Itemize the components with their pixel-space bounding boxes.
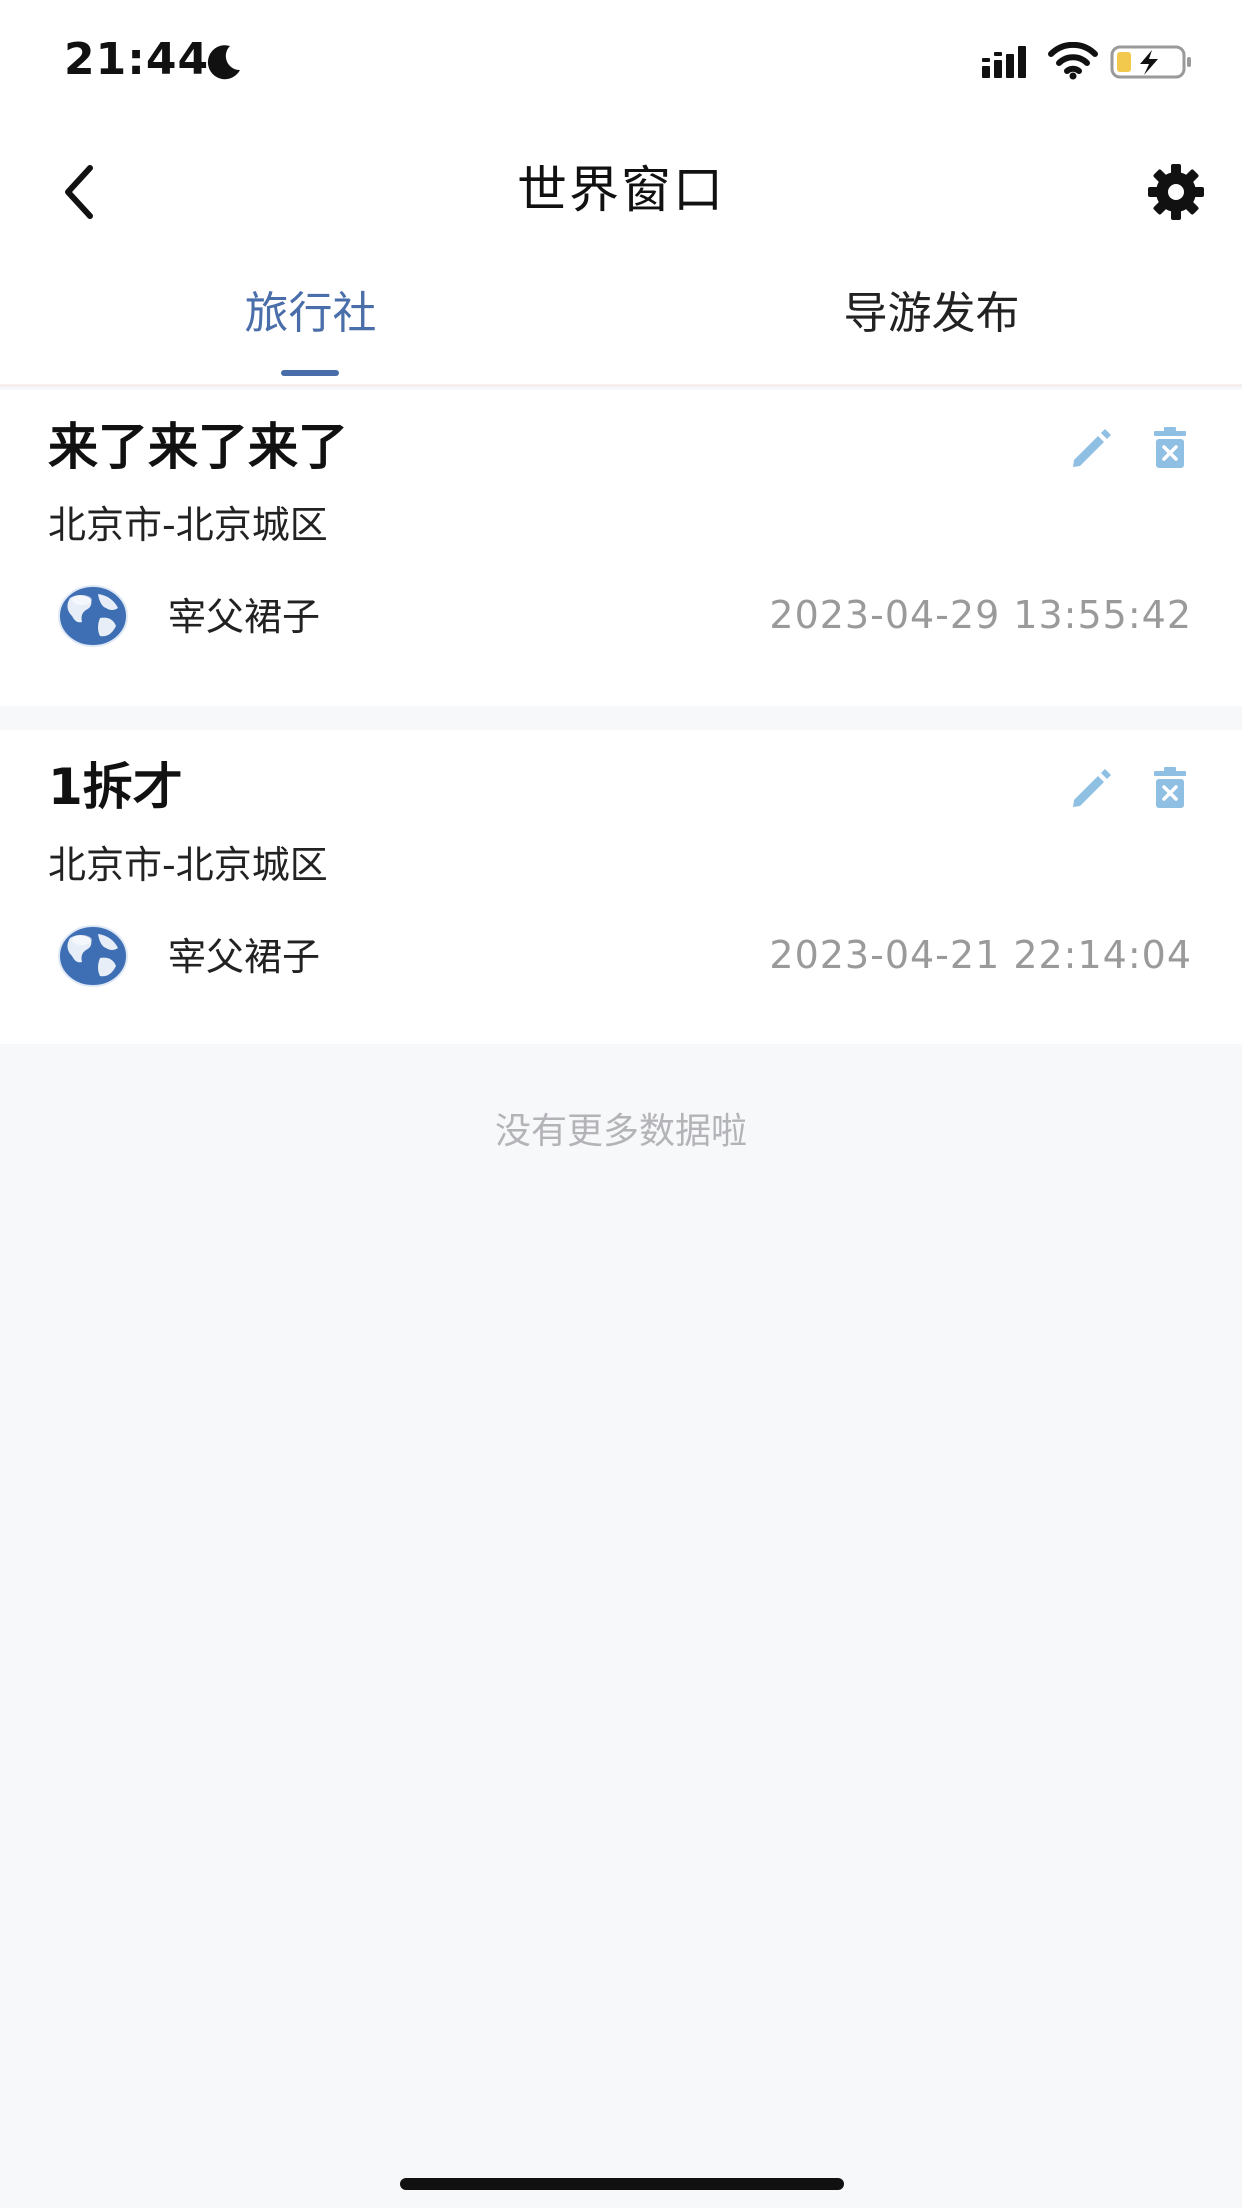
item-timestamp: 2023-04-29 13:55:42 (769, 593, 1192, 637)
item-location: 北京市-北京城区 (48, 843, 328, 887)
status-time: 21:44 (64, 34, 210, 85)
tab-guide-publish[interactable]: 导游发布 (621, 260, 1242, 384)
item-location: 北京市-北京城区 (48, 503, 328, 547)
delete-button[interactable] (1152, 766, 1188, 810)
edit-button[interactable] (1068, 766, 1114, 812)
globe-icon (58, 925, 128, 987)
status-bar: 21:44 (0, 0, 1242, 120)
item-timestamp: 2023-04-21 22:14:04 (769, 933, 1192, 977)
wifi-icon (1048, 42, 1098, 80)
pencil-icon (1073, 429, 1111, 467)
list-item[interactable]: 来了来了来了 北京市-北京城区 宰父裙子 2023-04-29 13:55:42 (0, 390, 1242, 706)
tab-active-indicator (281, 370, 339, 376)
trash-icon (1154, 767, 1186, 808)
item-title: 1拆才 (48, 758, 183, 816)
signal-icon (982, 46, 1026, 78)
trash-icon (1154, 427, 1186, 468)
item-title: 来了来了来了 (48, 418, 348, 476)
home-indicator[interactable] (400, 2178, 844, 2190)
tab-bar: 旅行社 导游发布 (0, 260, 1242, 387)
nav-bar: 世界窗口 (0, 120, 1242, 260)
item-author: 宰父裙子 (168, 595, 321, 639)
pencil-icon (1073, 769, 1111, 807)
list-item[interactable]: 1拆才 北京市-北京城区 宰父裙子 2023-04-21 22:14:04 (0, 730, 1242, 1044)
item-author: 宰父裙子 (168, 935, 321, 979)
page-title: 世界窗口 (517, 161, 725, 219)
moon-icon (207, 45, 240, 80)
globe-icon (58, 585, 128, 647)
delete-button[interactable] (1152, 426, 1188, 470)
edit-button[interactable] (1068, 426, 1114, 472)
no-more-data-text: 没有更多数据啦 (494, 1111, 747, 1152)
gear-icon (1148, 164, 1204, 220)
battery-charging-icon (1110, 45, 1191, 79)
tab-travel-agency[interactable]: 旅行社 (0, 260, 621, 384)
settings-button[interactable] (1144, 160, 1208, 224)
